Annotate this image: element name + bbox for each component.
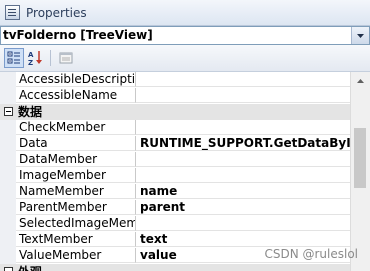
alphabetical-button[interactable]: A Z	[26, 48, 46, 68]
property-name: Data	[16, 136, 136, 151]
property-row-accessiblename[interactable]: AccessibleName	[0, 88, 350, 104]
property-name: NameMember	[16, 184, 136, 199]
collapse-icon[interactable]	[4, 107, 13, 116]
property-row-data[interactable]: Data RUNTIME_SUPPORT.GetDataById.li	[0, 136, 350, 152]
property-name: DataMember	[16, 152, 136, 167]
scroll-up-arrow-icon[interactable]	[351, 72, 370, 89]
property-name: AccessibleName	[16, 88, 136, 103]
collapse-icon[interactable]	[4, 267, 13, 271]
property-value[interactable]: RUNTIME_SUPPORT.GetDataById.li	[136, 136, 350, 151]
svg-text:Z: Z	[28, 59, 33, 66]
svg-text:A: A	[28, 51, 34, 59]
property-name: AccessibleDescription	[16, 72, 136, 87]
property-pages-icon	[59, 52, 73, 64]
property-value[interactable]	[136, 72, 350, 87]
property-row-checkmember[interactable]: CheckMember	[0, 120, 350, 136]
scrollbar-thumb[interactable]	[354, 128, 366, 188]
chevron-down-icon[interactable]	[351, 27, 369, 44]
property-row-accessibledescription[interactable]: AccessibleDescription	[0, 72, 350, 88]
properties-toolbar: A Z	[0, 45, 370, 72]
property-name: ImageMember	[16, 168, 136, 183]
property-row-namemember[interactable]: NameMember name	[0, 184, 350, 200]
categorized-button[interactable]	[4, 48, 24, 68]
property-name: CheckMember	[16, 120, 136, 135]
property-name: ParentMember	[16, 200, 136, 215]
property-value[interactable]: text	[136, 232, 350, 247]
properties-window-icon	[5, 5, 20, 20]
sort-alphabetical-icon: A Z	[28, 51, 42, 66]
property-row-parentmember[interactable]: ParentMember parent	[0, 200, 350, 216]
property-value[interactable]	[136, 168, 350, 183]
property-row-textmember[interactable]: TextMember text	[0, 232, 350, 248]
property-value[interactable]: parent	[136, 200, 350, 215]
property-value[interactable]	[136, 216, 350, 231]
categorized-icon	[7, 51, 20, 64]
property-grid: AccessibleDescription AccessibleName 数据 …	[0, 72, 350, 271]
category-label: 数据	[18, 105, 43, 119]
property-pages-button[interactable]	[56, 48, 76, 68]
category-label: 外观	[18, 264, 42, 271]
property-value[interactable]	[136, 120, 350, 135]
object-selector-value: tvFolderno [TreeView]	[3, 28, 153, 42]
category-data[interactable]: 数据	[0, 104, 350, 120]
property-name: TextMember	[16, 232, 136, 247]
property-value[interactable]	[136, 88, 350, 103]
toolbar-separator	[50, 50, 51, 66]
properties-titlebar: Properties	[0, 0, 370, 26]
property-row-imagemember[interactable]: ImageMember	[0, 168, 350, 184]
window-title: Properties	[26, 6, 87, 20]
property-name: ValueMember	[16, 248, 136, 263]
category-appearance[interactable]: 外观	[0, 264, 350, 271]
property-name: SelectedImageMember	[16, 216, 136, 231]
watermark-text: CSDN @ruleslol	[264, 247, 358, 261]
property-value[interactable]: name	[136, 184, 350, 199]
vertical-scrollbar[interactable]	[350, 72, 370, 271]
property-row-selectedimagemember[interactable]: SelectedImageMember	[0, 216, 350, 232]
property-value[interactable]	[136, 152, 350, 167]
property-row-datamember[interactable]: DataMember	[0, 152, 350, 168]
object-selector[interactable]: tvFolderno [TreeView]	[0, 26, 370, 45]
